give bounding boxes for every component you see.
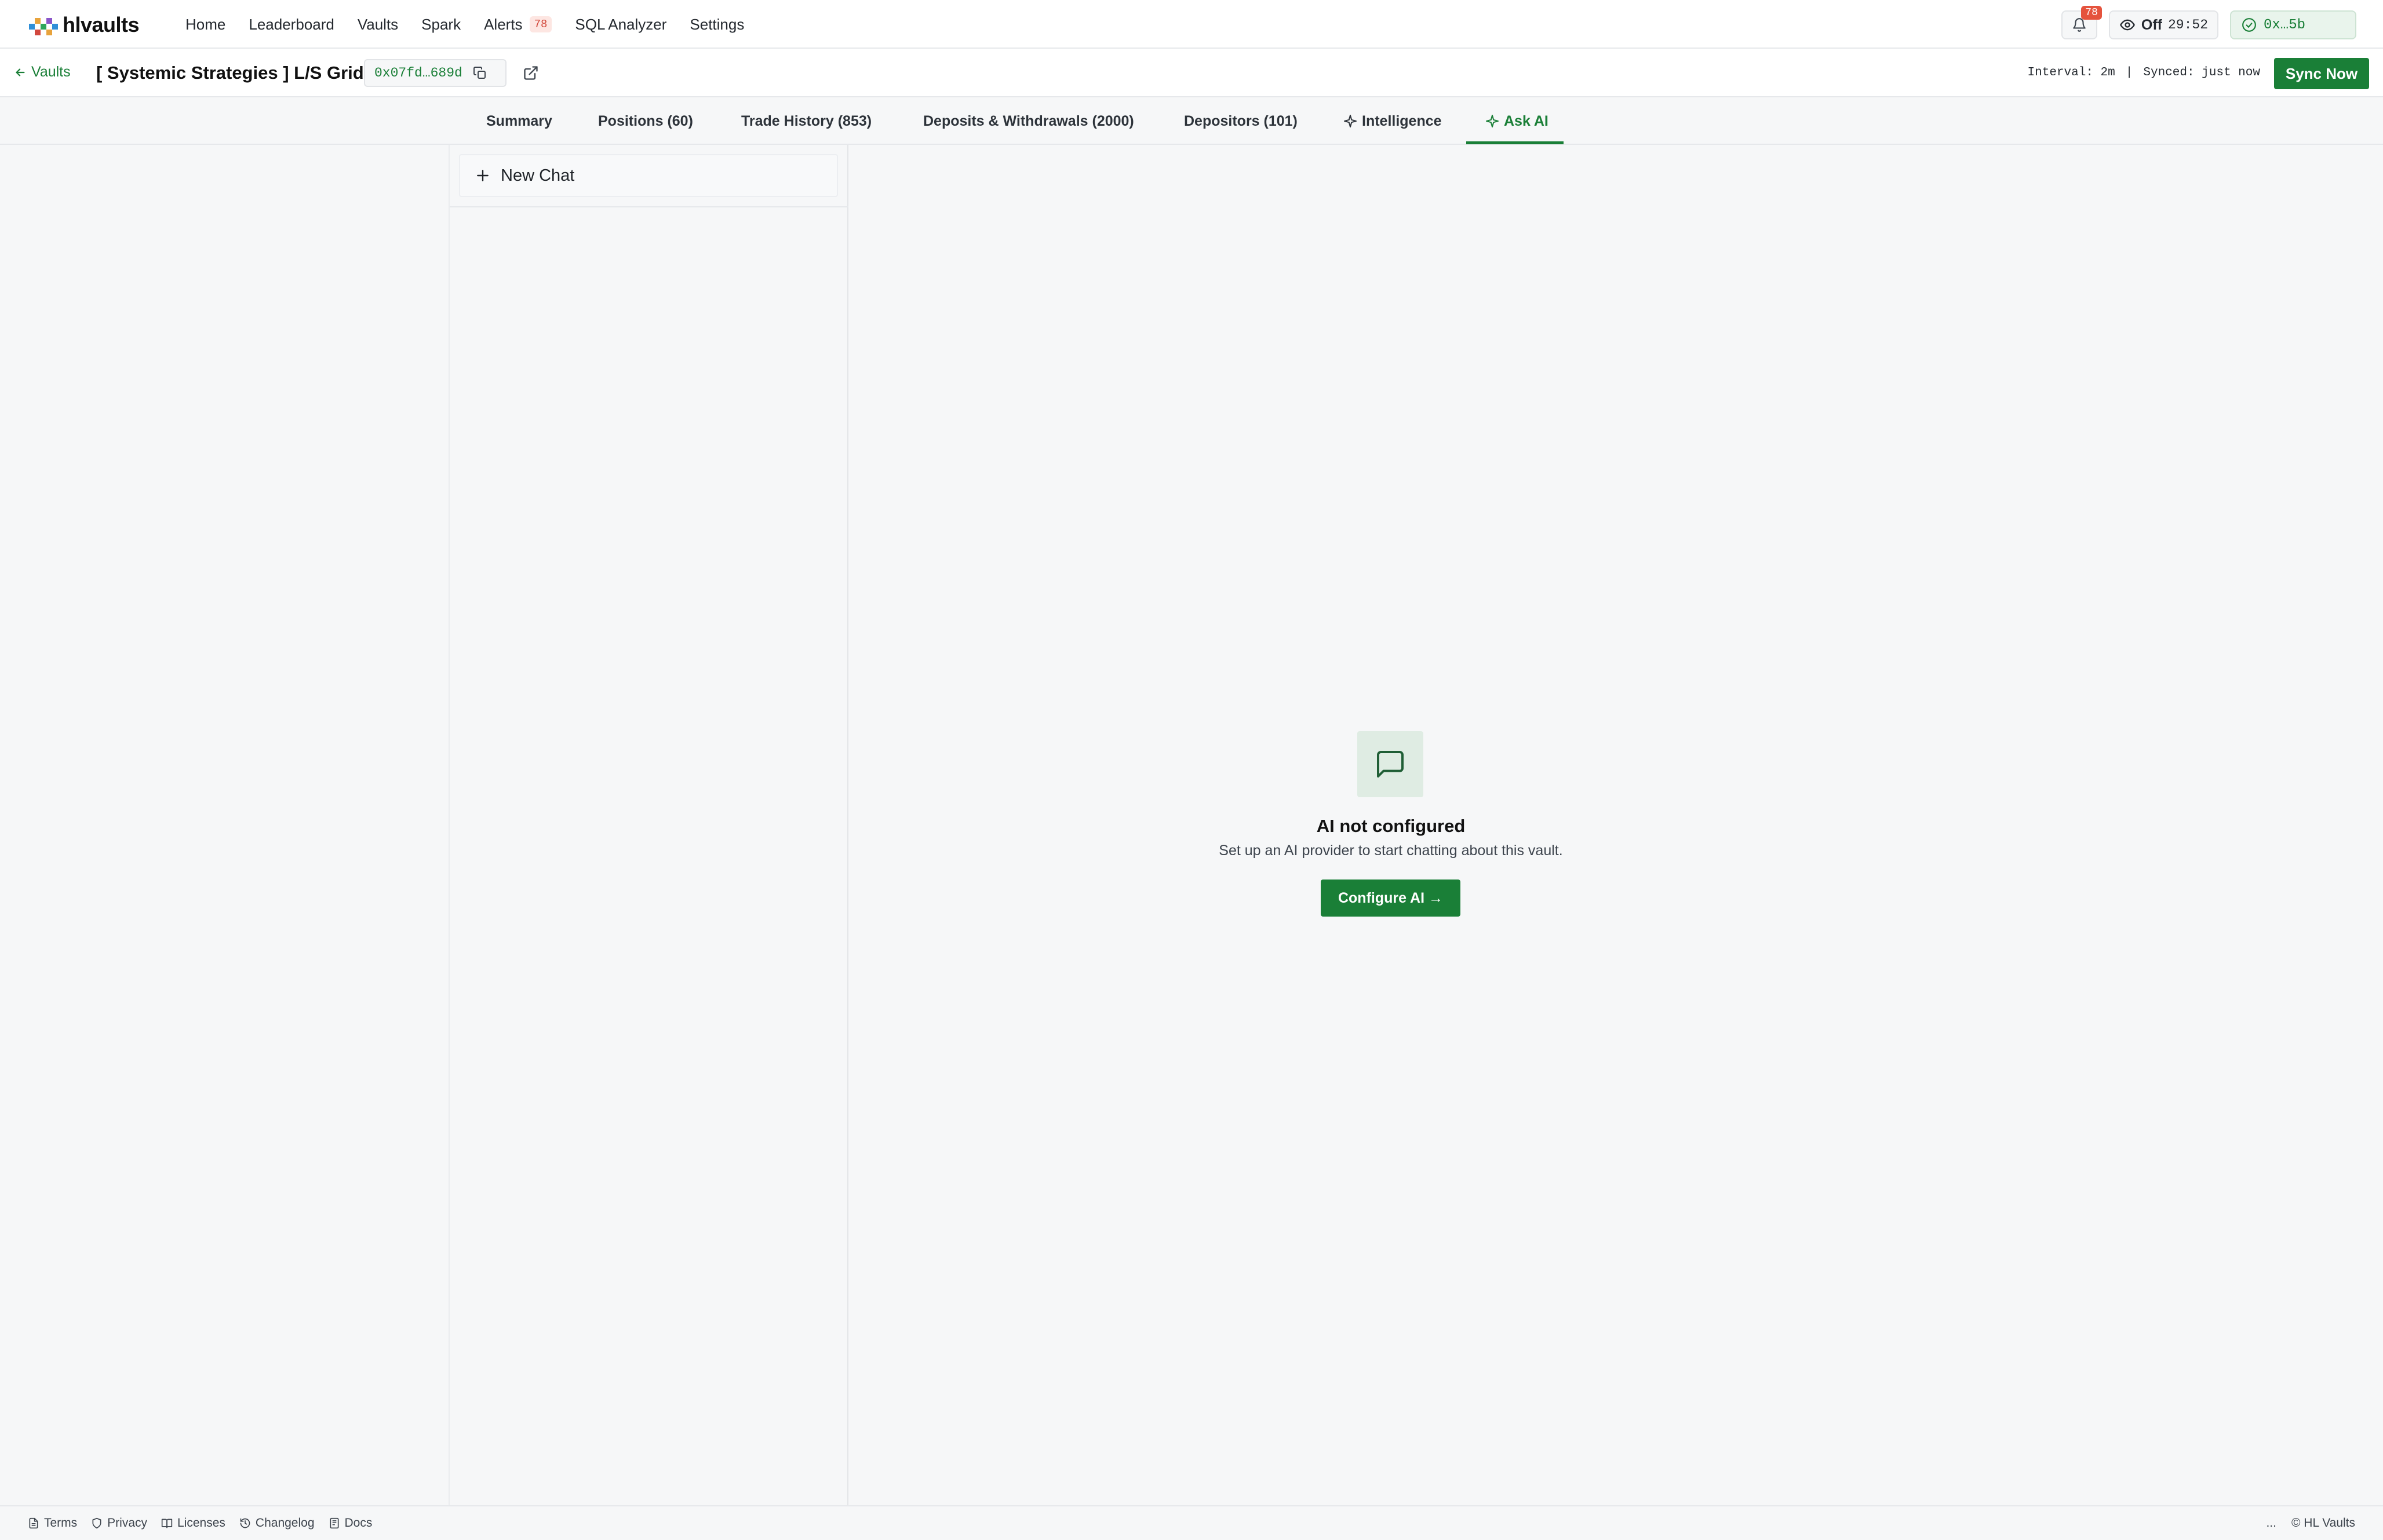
vault-address: 0x07fd…689d (374, 65, 462, 81)
watch-toggle-button[interactable]: Off 29:52 (2108, 10, 2218, 39)
app-logo[interactable]: hlvaults (27, 13, 140, 37)
back-link-label: Vaults (31, 64, 71, 80)
footer-docs-label: Docs (344, 1516, 373, 1530)
footer-link-docs[interactable]: Docs (329, 1516, 373, 1530)
sync-separator: | (2125, 66, 2133, 79)
sparkle-icon (1486, 115, 1499, 127)
tab-trade-history-label: Trade History (853) (741, 112, 872, 129)
footer-link-changelog[interactable]: Changelog (239, 1516, 315, 1530)
vault-header: Vaults [ Systemic Strategies ] L/S Grids… (0, 49, 2383, 97)
sync-interval: Interval: 2m (2027, 66, 2115, 79)
alerts-count-badge: 78 (529, 16, 552, 32)
doc-icon (330, 1517, 339, 1529)
tab-ask-ai[interactable]: Ask AI (1485, 97, 1548, 145)
empty-state-title: AI not configured (1316, 816, 1466, 836)
tab-trade-history[interactable]: Trade History (853) (741, 97, 872, 145)
top-navbar: hlvaults Home Leaderboard Vaults Spark A… (0, 0, 2383, 49)
nav-leaderboard[interactable]: Leaderboard (249, 16, 334, 34)
sync-status: Synced: just now (2143, 66, 2260, 79)
tab-ask-ai-label: Ask AI (1504, 112, 1548, 129)
tab-deposits-withdrawals-label: Deposits & Withdrawals (2000) (923, 112, 1134, 129)
vault-tabs: Summary Positions (60) Trade History (85… (0, 97, 2383, 145)
external-link-icon[interactable] (523, 65, 539, 81)
sync-now-button[interactable]: Sync Now (2274, 58, 2369, 89)
footer-ellipsis: ... (2266, 1516, 2276, 1530)
back-to-vaults-link[interactable]: Vaults (14, 64, 71, 81)
nav-spark[interactable]: Spark (421, 16, 461, 34)
footer-link-privacy[interactable]: Privacy (91, 1516, 147, 1530)
watch-timer: 29:52 (2167, 17, 2208, 32)
sparkle-icon (1344, 115, 1357, 127)
footer-terms-label: Terms (44, 1516, 78, 1530)
sidebar-divider (450, 206, 848, 207)
active-tab-indicator (1466, 141, 1564, 144)
check-circle-icon (2242, 18, 2256, 32)
footer: Terms Privacy Licenses Changelog Docs ..… (0, 1505, 2383, 1540)
wallet-address: 0x…5b (2264, 17, 2306, 33)
nav-alerts[interactable]: Alerts 78 (484, 16, 552, 34)
footer-links: Terms Privacy Licenses Changelog Docs (28, 1506, 372, 1540)
new-chat-button[interactable]: New Chat (459, 154, 838, 197)
nav-home[interactable]: Home (185, 16, 225, 34)
tab-summary[interactable]: Summary (486, 97, 552, 145)
footer-privacy-label: Privacy (107, 1516, 148, 1530)
top-right-controls: 78 Off 29:52 0x…5b (2061, 6, 2356, 39)
tab-positions[interactable]: Positions (60) (598, 97, 693, 145)
eye-icon (2120, 19, 2135, 31)
tab-deposits-withdrawals[interactable]: Deposits & Withdrawals (2000) (923, 97, 1134, 145)
vault-title: [ Systemic Strategies ] L/S Grids (96, 63, 374, 83)
tab-intelligence[interactable]: Intelligence (1343, 97, 1442, 145)
tab-summary-label: Summary (486, 112, 552, 129)
book-icon (161, 1519, 173, 1528)
tab-positions-label: Positions (60) (598, 112, 693, 129)
empty-state-icon-box (1357, 731, 1423, 797)
footer-changelog-label: Changelog (255, 1516, 315, 1530)
file-icon (29, 1517, 38, 1529)
footer-right: ... © HL Vaults (2266, 1506, 2355, 1540)
arrow-left-icon (16, 68, 25, 76)
nav-settings[interactable]: Settings (690, 16, 744, 34)
wallet-button[interactable]: 0x…5b (2230, 10, 2356, 39)
tab-intelligence-label: Intelligence (1362, 112, 1442, 129)
plus-icon (477, 170, 489, 181)
tab-depositors[interactable]: Depositors (101) (1184, 97, 1298, 145)
history-icon (240, 1518, 250, 1528)
footer-licenses-label: Licenses (177, 1516, 225, 1530)
empty-state-subtitle: Set up an AI provider to start chatting … (1219, 842, 1563, 859)
notifications-button[interactable]: 78 (2061, 6, 2102, 39)
logo-text: hlvaults (63, 13, 140, 37)
chat-sidebar: New Chat (449, 145, 848, 1505)
copy-icon[interactable] (473, 66, 487, 80)
watch-status: Off (2141, 16, 2162, 33)
tab-depositors-label: Depositors (101) (1184, 112, 1298, 129)
nav-alerts-label: Alerts (484, 15, 523, 33)
shield-icon (92, 1517, 101, 1529)
message-square-icon (1377, 751, 1404, 778)
nav-sql-analyzer[interactable]: SQL Analyzer (575, 16, 666, 34)
footer-copyright: © HL Vaults (2291, 1516, 2355, 1530)
nav-vaults[interactable]: Vaults (358, 16, 398, 34)
logo-mark-icon (29, 18, 58, 35)
sync-info: Interval: 2m | Synced: just now (2028, 66, 2260, 79)
configure-ai-button[interactable]: Configure AI → (1321, 880, 1460, 917)
notifications-count-badge: 78 (2081, 6, 2102, 20)
new-chat-label: New Chat (501, 166, 575, 185)
main-nav: Home Leaderboard Vaults Spark Alerts 78 … (185, 0, 744, 49)
vault-address-chip: 0x07fd…689d (364, 59, 507, 87)
footer-link-licenses[interactable]: Licenses (161, 1516, 225, 1530)
footer-link-terms[interactable]: Terms (28, 1516, 77, 1530)
